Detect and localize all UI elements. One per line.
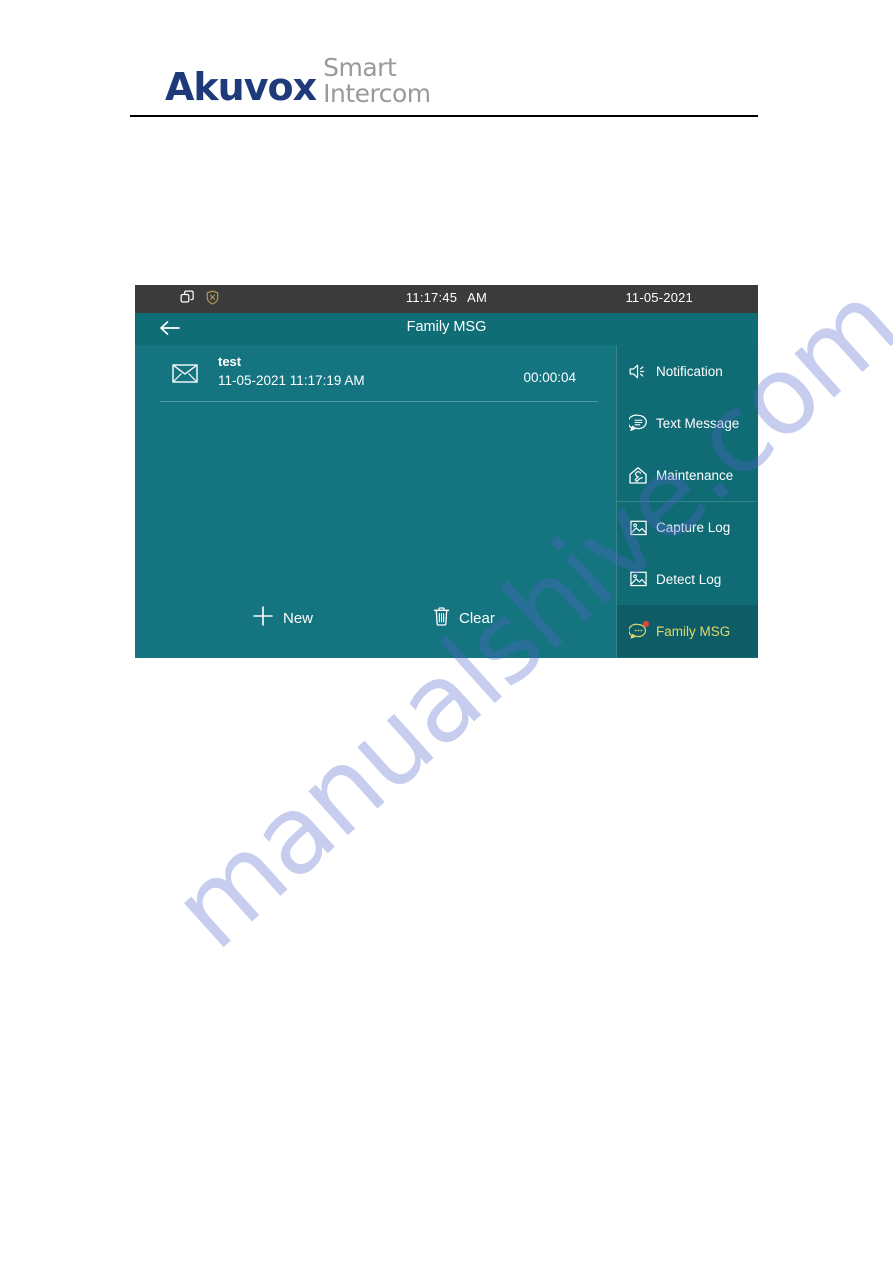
sidebar-item-label: Detect Log	[656, 571, 722, 587]
sidebar-item-notification[interactable]: Notification	[617, 345, 758, 397]
sidebar-item-maintenance[interactable]: Maintenance	[617, 449, 758, 501]
sidebar-item-label: Text Message	[656, 415, 740, 431]
sidebar-item-text-message[interactable]: Text Message	[617, 397, 758, 449]
akuvox-logo: Akuvox Smart Intercom	[165, 55, 431, 108]
list-item-text: test 11-05-2021 11:17:19 AM	[218, 353, 365, 391]
sidebar-item-label: Capture Log	[656, 520, 731, 535]
new-button-label: New	[283, 609, 314, 627]
sidebar: Notification Text Message Maintenance Ca…	[616, 345, 758, 658]
sidebar-item-family-msg[interactable]: Family MSG	[617, 605, 758, 657]
message-duration: 00:00:04	[523, 370, 576, 385]
logo-tagline: Smart Intercom	[323, 55, 431, 108]
clock-ampm: AM	[467, 290, 488, 305]
screen-body: test 11-05-2021 11:17:19 AM 00:00:04 New	[135, 345, 758, 658]
status-bar: 11:17:45 AM 11-05-2021	[135, 285, 758, 313]
message-title: test	[218, 354, 242, 369]
sidebar-item-capture-log[interactable]: Capture Log	[617, 501, 758, 553]
sidebar-item-label: Family MSG	[656, 623, 731, 639]
logo-tagline-line1: Smart	[323, 53, 397, 82]
chat-lines-icon	[628, 413, 648, 433]
sidebar-item-detect-log[interactable]: Detect Log	[617, 553, 758, 605]
trash-icon	[433, 606, 450, 630]
new-button[interactable]: New	[252, 605, 313, 631]
speaker-icon	[628, 361, 648, 381]
title-bar: Family MSG	[135, 313, 758, 345]
message-list: test 11-05-2021 11:17:19 AM 00:00:04	[135, 345, 616, 402]
message-panel: test 11-05-2021 11:17:19 AM 00:00:04 New	[135, 345, 616, 658]
page-title: Family MSG	[406, 319, 487, 335]
message-datetime: 11-05-2021 11:17:19 AM	[218, 372, 365, 388]
photo-icon	[628, 518, 648, 538]
envelope-icon	[172, 364, 198, 388]
chat-dots-icon	[628, 621, 649, 641]
plus-icon	[252, 605, 274, 631]
header-divider	[130, 115, 758, 117]
sidebar-item-label: Notification	[656, 363, 723, 379]
sidebar-item-label: Maintenance	[656, 467, 734, 483]
house-wrench-icon	[628, 465, 648, 485]
unread-badge	[643, 621, 649, 627]
clock-time: 11:17:45	[405, 290, 458, 305]
clear-button-label: Clear	[459, 609, 495, 627]
list-item[interactable]: test 11-05-2021 11:17:19 AM 00:00:04	[160, 345, 598, 402]
device-screenshot: 11:17:45 AM 11-05-2021 Family MSG test 1…	[135, 285, 758, 658]
photo-icon	[628, 569, 648, 589]
page-header: Akuvox Smart Intercom	[130, 55, 758, 117]
action-bar: New Clear	[135, 605, 616, 631]
logo-tagline-line2: Intercom	[323, 78, 431, 108]
clear-button[interactable]: Clear	[433, 605, 495, 631]
logo-wordmark: Akuvox	[165, 65, 317, 109]
status-bar-date: 11-05-2021	[625, 290, 693, 305]
